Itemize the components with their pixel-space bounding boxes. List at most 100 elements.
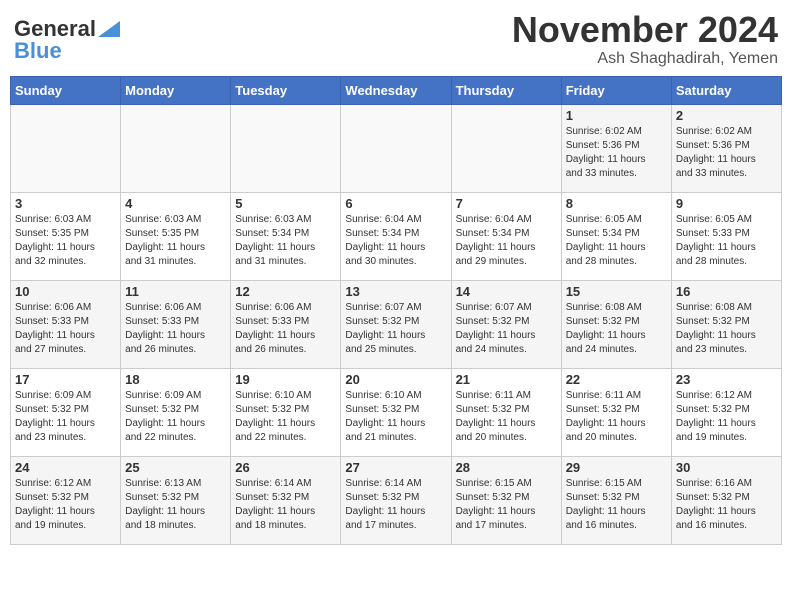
day-info: Sunrise: 6:06 AM Sunset: 5:33 PM Dayligh… (125, 301, 226, 357)
day-info: Sunrise: 6:15 AM Sunset: 5:32 PM Dayligh… (456, 477, 557, 533)
day-number: 3 (15, 196, 116, 211)
empty-cell (121, 104, 231, 192)
day-info: Sunrise: 6:15 AM Sunset: 5:32 PM Dayligh… (566, 477, 667, 533)
calendar-day-cell: 11 Sunrise: 6:06 AM Sunset: 5:33 PM Dayli… (121, 280, 231, 368)
calendar-week-row: 1 Sunrise: 6:02 AM Sunset: 5:36 PM Daylig… (11, 104, 782, 192)
day-info: Sunrise: 6:06 AM Sunset: 5:33 PM Dayligh… (15, 301, 116, 357)
location: Ash Shaghadirah, Yemen (512, 50, 778, 68)
calendar-day-cell: 22 Sunrise: 6:11 AM Sunset: 5:32 PM Dayli… (561, 368, 671, 456)
day-number: 13 (345, 284, 446, 299)
day-number: 1 (566, 108, 667, 123)
day-number: 27 (345, 460, 446, 475)
calendar-day-cell: 1 Sunrise: 6:02 AM Sunset: 5:36 PM Daylig… (561, 104, 671, 192)
month-title: November 2024 (512, 10, 778, 50)
calendar-day-cell: 21Sunrise: 6:11 AM Sunset: 5:32 PM Dayli… (451, 368, 561, 456)
logo: General Blue (14, 16, 120, 64)
day-number: 12 (235, 284, 336, 299)
calendar-day-cell: 25 Sunrise: 6:13 AM Sunset: 5:32 PM Dayli… (121, 456, 231, 544)
day-info: Sunrise: 6:05 AM Sunset: 5:33 PM Dayligh… (676, 213, 777, 269)
day-number: 15 (566, 284, 667, 299)
calendar-day-cell: 26 Sunrise: 6:14 AM Sunset: 5:32 PM Dayli… (231, 456, 341, 544)
calendar-day-cell: 6 Sunrise: 6:04 AM Sunset: 5:34 PM Daylig… (341, 192, 451, 280)
day-number: 9 (676, 196, 777, 211)
day-number: 29 (566, 460, 667, 475)
day-number: 18 (125, 372, 226, 387)
calendar-day-cell: 5Sunrise: 6:03 AM Sunset: 5:34 PM Daylig… (231, 192, 341, 280)
day-info: Sunrise: 6:13 AM Sunset: 5:32 PM Dayligh… (125, 477, 226, 533)
calendar-day-cell: 28 Sunrise: 6:15 AM Sunset: 5:32 PM Dayli… (451, 456, 561, 544)
calendar-day-cell: 8Sunrise: 6:05 AM Sunset: 5:34 PM Daylig… (561, 192, 671, 280)
empty-cell (341, 104, 451, 192)
calendar-day-cell: 29 Sunrise: 6:15 AM Sunset: 5:32 PM Dayli… (561, 456, 671, 544)
day-number: 28 (456, 460, 557, 475)
day-number: 17 (15, 372, 116, 387)
day-number: 2 (676, 108, 777, 123)
weekday-header-sunday: Sunday (11, 76, 121, 104)
empty-cell (231, 104, 341, 192)
weekday-header-saturday: Saturday (671, 76, 781, 104)
weekday-header-tuesday: Tuesday (231, 76, 341, 104)
calendar-week-row: 24Sunrise: 6:12 AM Sunset: 5:32 PM Dayli… (11, 456, 782, 544)
day-number: 21 (456, 372, 557, 387)
day-number: 6 (345, 196, 446, 211)
day-info: Sunrise: 6:04 AM Sunset: 5:34 PM Dayligh… (456, 213, 557, 269)
day-number: 20 (345, 372, 446, 387)
day-number: 11 (125, 284, 226, 299)
calendar-table: SundayMondayTuesdayWednesdayThursdayFrid… (10, 76, 782, 545)
page-header: General Blue November 2024 Ash Shaghadir… (10, 10, 782, 68)
day-info: Sunrise: 6:12 AM Sunset: 5:32 PM Dayligh… (15, 477, 116, 533)
calendar-week-row: 17 Sunrise: 6:09 AM Sunset: 5:32 PM Dayli… (11, 368, 782, 456)
day-info: Sunrise: 6:09 AM Sunset: 5:32 PM Dayligh… (15, 389, 116, 445)
calendar-day-cell: 19 Sunrise: 6:10 AM Sunset: 5:32 PM Dayli… (231, 368, 341, 456)
day-info: Sunrise: 6:16 AM Sunset: 5:32 PM Dayligh… (676, 477, 777, 533)
day-number: 8 (566, 196, 667, 211)
day-info: Sunrise: 6:06 AM Sunset: 5:33 PM Dayligh… (235, 301, 336, 357)
calendar-day-cell: 27 Sunrise: 6:14 AM Sunset: 5:32 PM Dayli… (341, 456, 451, 544)
day-number: 14 (456, 284, 557, 299)
day-info: Sunrise: 6:02 AM Sunset: 5:36 PM Dayligh… (676, 125, 777, 181)
day-info: Sunrise: 6:02 AM Sunset: 5:36 PM Dayligh… (566, 125, 667, 181)
day-number: 10 (15, 284, 116, 299)
logo-text-blue: Blue (14, 38, 62, 64)
day-info: Sunrise: 6:11 AM Sunset: 5:32 PM Dayligh… (566, 389, 667, 445)
day-number: 5 (235, 196, 336, 211)
day-info: Sunrise: 6:03 AM Sunset: 5:35 PM Dayligh… (15, 213, 116, 269)
weekday-header-row: SundayMondayTuesdayWednesdayThursdayFrid… (11, 76, 782, 104)
weekday-header-thursday: Thursday (451, 76, 561, 104)
calendar-day-cell: 3 Sunrise: 6:03 AM Sunset: 5:35 PM Daylig… (11, 192, 121, 280)
day-number: 26 (235, 460, 336, 475)
calendar-day-cell: 30Sunrise: 6:16 AM Sunset: 5:32 PM Dayli… (671, 456, 781, 544)
calendar-day-cell: 18 Sunrise: 6:09 AM Sunset: 5:32 PM Dayli… (121, 368, 231, 456)
calendar-day-cell: 4Sunrise: 6:03 AM Sunset: 5:35 PM Daylig… (121, 192, 231, 280)
calendar-day-cell: 16Sunrise: 6:08 AM Sunset: 5:32 PM Dayli… (671, 280, 781, 368)
day-info: Sunrise: 6:10 AM Sunset: 5:32 PM Dayligh… (235, 389, 336, 445)
calendar-day-cell: 14 Sunrise: 6:07 AM Sunset: 5:32 PM Dayli… (451, 280, 561, 368)
day-number: 19 (235, 372, 336, 387)
day-number: 22 (566, 372, 667, 387)
weekday-header-wednesday: Wednesday (341, 76, 451, 104)
calendar-day-cell: 2 Sunrise: 6:02 AM Sunset: 5:36 PM Daylig… (671, 104, 781, 192)
calendar-day-cell: 17 Sunrise: 6:09 AM Sunset: 5:32 PM Dayli… (11, 368, 121, 456)
day-info: Sunrise: 6:09 AM Sunset: 5:32 PM Dayligh… (125, 389, 226, 445)
day-number: 4 (125, 196, 226, 211)
calendar-week-row: 3 Sunrise: 6:03 AM Sunset: 5:35 PM Daylig… (11, 192, 782, 280)
day-info: Sunrise: 6:04 AM Sunset: 5:34 PM Dayligh… (345, 213, 446, 269)
day-info: Sunrise: 6:08 AM Sunset: 5:32 PM Dayligh… (676, 301, 777, 357)
day-info: Sunrise: 6:07 AM Sunset: 5:32 PM Dayligh… (345, 301, 446, 357)
title-block: November 2024 Ash Shaghadirah, Yemen (512, 10, 778, 68)
weekday-header-friday: Friday (561, 76, 671, 104)
day-info: Sunrise: 6:07 AM Sunset: 5:32 PM Dayligh… (456, 301, 557, 357)
day-number: 25 (125, 460, 226, 475)
day-info: Sunrise: 6:14 AM Sunset: 5:32 PM Dayligh… (235, 477, 336, 533)
weekday-header-monday: Monday (121, 76, 231, 104)
day-info: Sunrise: 6:10 AM Sunset: 5:32 PM Dayligh… (345, 389, 446, 445)
day-info: Sunrise: 6:08 AM Sunset: 5:32 PM Dayligh… (566, 301, 667, 357)
calendar-day-cell: 24Sunrise: 6:12 AM Sunset: 5:32 PM Dayli… (11, 456, 121, 544)
day-number: 23 (676, 372, 777, 387)
day-info: Sunrise: 6:14 AM Sunset: 5:32 PM Dayligh… (345, 477, 446, 533)
calendar-week-row: 10 Sunrise: 6:06 AM Sunset: 5:33 PM Dayli… (11, 280, 782, 368)
calendar-day-cell: 9 Sunrise: 6:05 AM Sunset: 5:33 PM Daylig… (671, 192, 781, 280)
calendar-day-cell: 15 Sunrise: 6:08 AM Sunset: 5:32 PM Dayli… (561, 280, 671, 368)
empty-cell (11, 104, 121, 192)
calendar-day-cell: 13 Sunrise: 6:07 AM Sunset: 5:32 PM Dayli… (341, 280, 451, 368)
